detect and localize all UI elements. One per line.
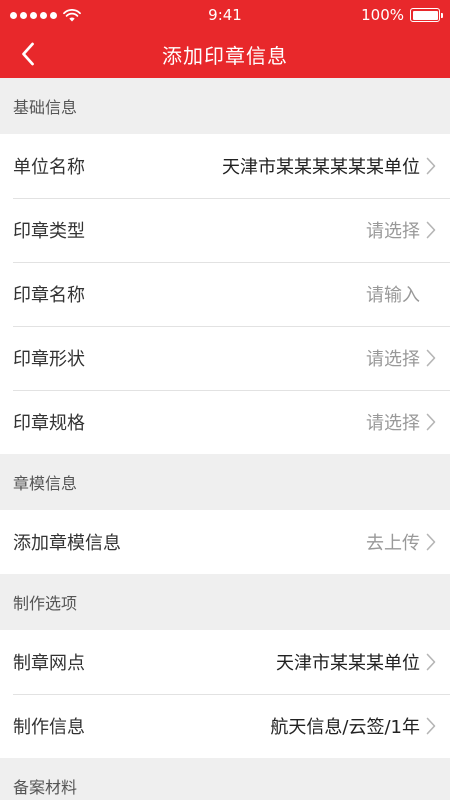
section-group: 添加章模信息 去上传: [0, 510, 450, 574]
chevron-right-icon: [424, 412, 438, 432]
battery-area: 100%: [361, 6, 443, 24]
row-label: 制章网点: [13, 653, 85, 674]
row-value-area: 天津市某某某某某某单位: [222, 153, 438, 179]
form-list: 基础信息 单位名称 天津市某某某某某某单位 印章类型 请选择 印章名称 请输入 印章形状 请选择…: [0, 78, 450, 800]
row-value-area: 请选择: [366, 217, 438, 243]
signal-area: [10, 8, 81, 22]
row-placeholder: 请选择: [366, 221, 420, 242]
row-value-area: 去上传: [366, 529, 438, 555]
row-value-area: 航天信息/云签/1年: [270, 713, 438, 739]
wifi-icon: [63, 8, 81, 21]
row-label: 添加章模信息: [13, 533, 121, 554]
form-row[interactable]: 制作信息 航天信息/云签/1年: [0, 694, 450, 758]
form-row[interactable]: 制章网点 天津市某某某单位: [0, 630, 450, 694]
row-placeholder: 请选择: [366, 349, 420, 370]
row-label: 印章规格: [13, 413, 85, 434]
section-header: 章模信息: [0, 454, 450, 510]
section-group: 单位名称 天津市某某某某某某单位 印章类型 请选择 印章名称 请输入 印章形状 请选择 印章规格…: [0, 134, 450, 454]
chevron-right-icon: [424, 716, 438, 736]
form-row[interactable]: 印章规格 请选择: [0, 390, 450, 454]
row-label: 印章名称: [13, 285, 85, 306]
form-row[interactable]: 单位名称 天津市某某某某某某单位: [0, 134, 450, 198]
row-value: 航天信息/云签/1年: [270, 717, 420, 738]
row-value-area: 请选择: [366, 345, 438, 371]
status-bar: 9:41 100%: [0, 0, 450, 30]
row-value-area: 请选择: [366, 409, 438, 435]
chevron-right-icon: [424, 348, 438, 368]
section-header: 制作选项: [0, 574, 450, 630]
row-placeholder: 请选择: [366, 413, 420, 434]
chevron-right-icon: [424, 532, 438, 552]
section-header: 备案材料: [0, 758, 450, 800]
row-value-area: 天津市某某某单位: [276, 649, 438, 675]
row-placeholder: 去上传: [366, 533, 420, 554]
section-group: 制章网点 天津市某某某单位制作信息 航天信息/云签/1年: [0, 630, 450, 758]
row-label: 印章类型: [13, 221, 85, 242]
nav-bar: 添加印章信息: [0, 30, 450, 78]
chevron-right-icon: [424, 220, 438, 240]
form-row[interactable]: 印章名称 请输入: [0, 262, 450, 326]
chevron-left-icon: [22, 42, 34, 66]
battery-icon: [410, 8, 443, 22]
chevron-right-icon: [424, 156, 438, 176]
row-label: 印章形状: [13, 349, 85, 370]
page-title: 添加印章信息: [162, 43, 288, 68]
form-row[interactable]: 印章形状 请选择: [0, 326, 450, 390]
row-label: 制作信息: [13, 717, 85, 738]
row-value-area: 请输入: [366, 281, 438, 307]
battery-percent: 100%: [361, 6, 404, 24]
row-placeholder: 请输入: [366, 285, 420, 306]
battery-fill: [412, 10, 438, 20]
back-button[interactable]: [8, 30, 48, 78]
section-header: 基础信息: [0, 78, 450, 134]
chevron-right-icon: [424, 652, 438, 672]
row-value: 天津市某某某单位: [276, 653, 420, 674]
row-label: 单位名称: [13, 157, 85, 178]
form-row[interactable]: 印章类型 请选择: [0, 198, 450, 262]
form-row[interactable]: 添加章模信息 去上传: [0, 510, 450, 574]
signal-strength-icon: [10, 11, 57, 19]
row-value: 天津市某某某某某某单位: [222, 157, 420, 178]
